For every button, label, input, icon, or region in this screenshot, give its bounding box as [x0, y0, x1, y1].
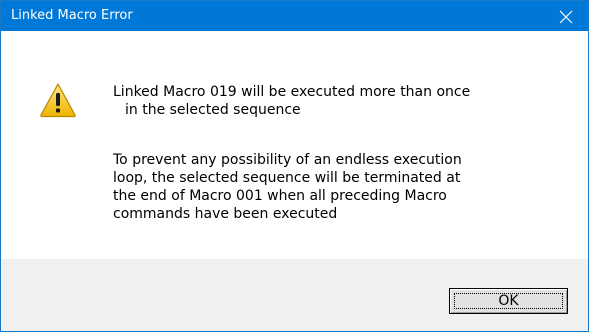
message-line: commands have been executed	[113, 206, 338, 222]
message-paragraph-2: To prevent any possibility of an endless…	[113, 151, 573, 223]
message-line: Linked Macro 019 will be executed more t…	[113, 84, 471, 100]
message-line: loop, the selected sequence will be term…	[113, 170, 461, 186]
close-icon	[559, 9, 573, 24]
message-paragraph-1: Linked Macro 019 will be executed more t…	[113, 83, 573, 119]
message-line: To prevent any possibility of an endless…	[113, 152, 462, 168]
ok-button[interactable]: OK	[449, 288, 568, 314]
warning-icon	[39, 82, 77, 118]
message-line: in the selected sequence	[125, 102, 301, 118]
ok-button-label: OK	[498, 293, 519, 309]
window-title: Linked Macro Error	[11, 8, 133, 23]
message-area: Linked Macro 019 will be executed more t…	[1, 31, 588, 259]
title-bar[interactable]: Linked Macro Error	[1, 1, 588, 31]
button-bar: OK	[1, 259, 588, 331]
error-dialog: Linked Macro Error Linked Macro 019 will…	[0, 0, 589, 332]
message-line: the end of Macro 001 when all preceding …	[113, 188, 447, 204]
close-button[interactable]	[544, 1, 588, 31]
